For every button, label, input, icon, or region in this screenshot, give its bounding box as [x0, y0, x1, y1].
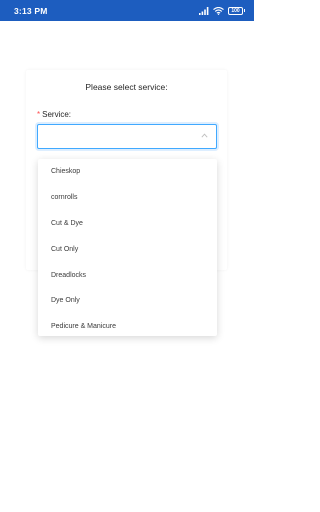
signal-icon: [199, 6, 209, 15]
dropdown-option-pedicure-manicure[interactable]: Pedicure & Manicure: [38, 314, 217, 336]
dropdown-option-chieskop[interactable]: Chieskop: [38, 159, 217, 185]
card-title: Please select service:: [85, 82, 168, 92]
status-time: 3:13 PM: [14, 5, 48, 16]
dropdown-option-dye-only[interactable]: Dye Only: [38, 288, 217, 314]
service-select[interactable]: [37, 124, 217, 149]
service-label: * Service:: [37, 110, 71, 119]
service-label-text: Service:: [42, 110, 72, 119]
status-icons: 100: [199, 6, 245, 15]
chevron-up-icon: [201, 133, 208, 138]
dropdown-option-cut-only[interactable]: Cut Only: [38, 236, 217, 262]
dropdown-option-cornrolls[interactable]: cornrolls: [38, 185, 217, 211]
service-dropdown: Chieskop cornrolls Cut & Dye Cut Only Dr…: [38, 159, 217, 336]
dropdown-option-dreadlocks[interactable]: Dreadlocks: [38, 262, 217, 288]
battery-icon: 100: [228, 6, 245, 15]
wifi-icon: [213, 6, 224, 15]
battery-level: 100: [228, 6, 243, 15]
required-mark: *: [37, 110, 41, 119]
status-bar: 3:13 PM 100: [0, 0, 254, 21]
dropdown-option-cut-dye[interactable]: Cut & Dye: [38, 211, 217, 237]
